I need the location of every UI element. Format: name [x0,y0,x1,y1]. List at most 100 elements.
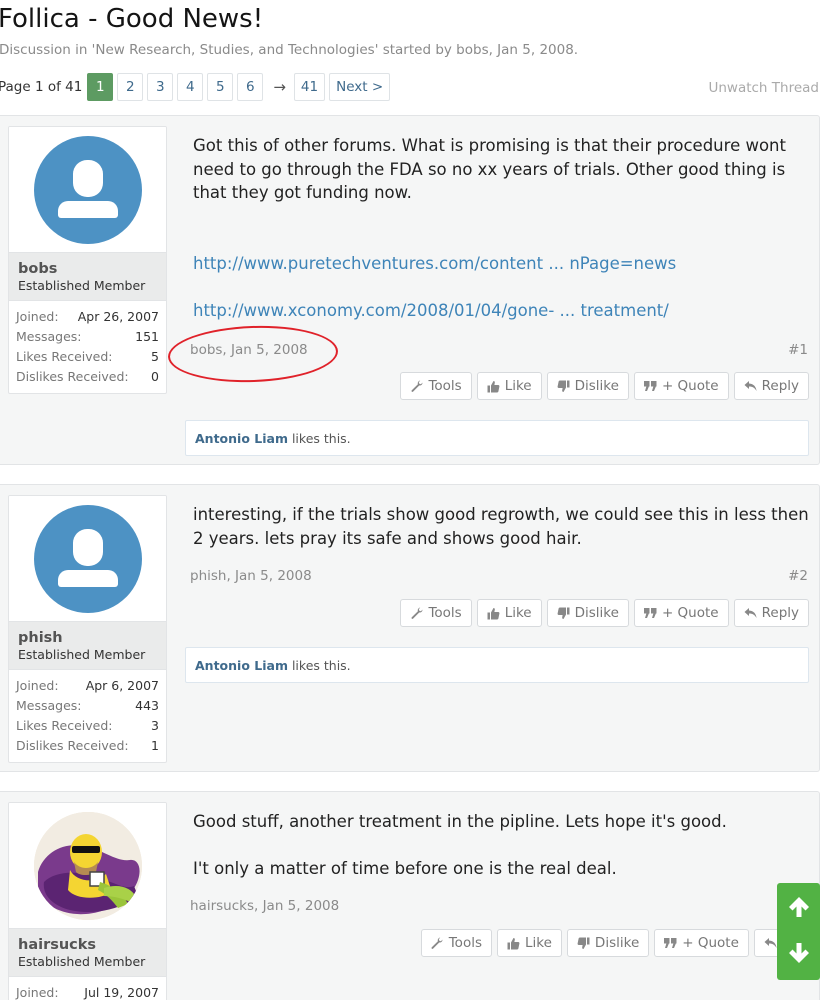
reply-icon [764,937,777,950]
user-title: Established Member [18,954,146,969]
page-link-6[interactable]: 6 [237,73,264,101]
message-line: Good stuff, another treatment in the pip… [193,812,727,831]
avatar[interactable] [33,811,142,920]
message-line: Got this of other forums. What is promis… [193,136,786,155]
username[interactable]: bobs [18,261,157,277]
stat-label: Dislikes Received: [16,369,129,384]
quote-label: + Quote [661,378,719,394]
user-stats: Joined: Jul 19, 2007 [9,976,166,1000]
wrench-icon [431,937,444,950]
page-link-2[interactable]: 2 [117,73,144,101]
arrow-up-icon [787,895,811,923]
avatar[interactable] [33,504,142,613]
liker-link[interactable]: Antonio Liam [195,431,288,446]
message-body: Good stuff, another treatment in the pip… [193,810,789,881]
stat-dislikes: 0 [151,369,159,384]
stat-label: Dislikes Received: [16,738,129,753]
user-card: bobs Established Member Joined: Apr 26, 2… [8,126,167,394]
stat-messages: 151 [135,329,159,344]
user-card: hairsucks Established Member Joined: Jul … [8,802,167,1000]
like-button[interactable]: Like [476,372,542,400]
page-link-5[interactable]: 5 [207,73,234,101]
reply-label: Reply [761,378,799,394]
page-label: Page 1 of 41 [0,79,83,95]
stat-label: Likes Received: [16,718,113,733]
stat-label: Joined: [16,309,59,324]
tools-label: Tools [428,378,462,394]
stat-likes: 3 [151,718,159,733]
post-actions: Tools Like Dislike + Quote Re [416,929,809,957]
message-line: 2 years. lets pray its safe and shows go… [193,528,582,548]
thumbs-up-icon [487,380,500,393]
page-link-3[interactable]: 3 [147,73,174,101]
scroll-down-button[interactable] [777,931,820,979]
stat-label: Joined: [16,678,59,693]
dislike-button[interactable]: Dislike [566,929,650,957]
post-3: hairsucks Established Member Joined: Jul … [0,791,820,1000]
likes-summary: Antonio Liam likes this. [185,647,809,683]
tools-button[interactable]: Tools [420,929,492,957]
user-card: phish Established Member Joined: Apr 6, 2… [8,495,167,763]
message-body: Got this of other forums. What is promis… [193,134,789,322]
quote-button[interactable]: + Quote [654,929,749,957]
user-stats: Joined: Apr 26, 2007 Messages: 151 Likes R… [9,300,166,393]
unwatch-thread-link[interactable]: Unwatch Thread [708,80,819,96]
like-button[interactable]: Like [497,929,562,957]
username[interactable]: hairsucks [18,937,157,953]
post-actions: Tools Like Dislike + Quote Reply [395,599,809,627]
post-actions: Tools Like Dislike + Quote Reply [395,372,809,400]
page-link-1[interactable]: 1 [87,73,114,101]
post-permalink[interactable]: #1 [788,342,808,358]
reply-icon [744,607,757,620]
next-page-button[interactable]: Next > [329,73,391,101]
message-line: interesting, if the trials show good reg… [193,505,809,524]
page-link-last[interactable]: 41 [293,73,326,101]
page-link-4[interactable]: 4 [177,73,204,101]
dislike-label: Dislike [594,935,640,951]
dislike-button[interactable]: Dislike [546,599,629,627]
quote-icon [643,380,657,393]
post-2: phish Established Member Joined: Apr 6, 2… [0,484,820,772]
dislike-label: Dislike [574,378,619,394]
likes-summary: Antonio Liam likes this. [185,420,809,456]
message-line: need to go through the FDA so no xx year… [193,159,786,179]
thumbs-down-icon [577,937,590,950]
stat-joined: Apr 6, 2007 [85,678,159,693]
scroll-controls [777,883,820,980]
reply-button[interactable]: Reply [733,372,809,400]
quote-label: + Quote [661,605,719,621]
like-label: Like [504,605,532,621]
thread-title: Follica - Good News! [0,4,264,34]
tools-label: Tools [448,935,482,951]
quote-icon [643,607,657,620]
reply-button[interactable]: Reply [733,599,809,627]
quote-button[interactable]: + Quote [633,372,729,400]
message-body: interesting, if the trials show good reg… [193,503,809,550]
thread-description: Discussion in 'New Research, Studies, an… [0,42,579,58]
stat-label: Likes Received: [16,349,113,364]
avatar[interactable] [33,135,142,244]
dislike-label: Dislike [574,605,619,621]
like-label: Like [504,378,532,394]
scroll-up-button[interactable] [777,885,820,933]
stat-joined: Apr 26, 2007 [77,309,159,324]
like-label: Like [525,935,552,951]
tools-button[interactable]: Tools [400,599,472,627]
dislike-button[interactable]: Dislike [546,372,629,400]
external-link[interactable]: http://www.puretechventures.com/content … [193,252,789,276]
quote-button[interactable]: + Quote [633,599,729,627]
stat-joined: Jul 19, 2007 [84,985,159,1000]
post-meta[interactable]: hairsucks, Jan 5, 2008 [190,898,339,914]
thumbs-down-icon [557,380,570,393]
quote-icon [664,937,677,950]
user-title: Established Member [18,278,146,293]
post-meta[interactable]: phish, Jan 5, 2008 [190,568,312,584]
external-link[interactable]: http://www.xconomy.com/2008/01/04/gone- … [193,299,789,323]
liker-link[interactable]: Antonio Liam [195,658,288,673]
tools-button[interactable]: Tools [400,372,472,400]
page-skip-arrow: → [273,78,286,96]
like-button[interactable]: Like [476,599,542,627]
post-permalink[interactable]: #2 [788,568,808,584]
stat-dislikes: 1 [151,738,159,753]
username[interactable]: phish [18,630,157,646]
